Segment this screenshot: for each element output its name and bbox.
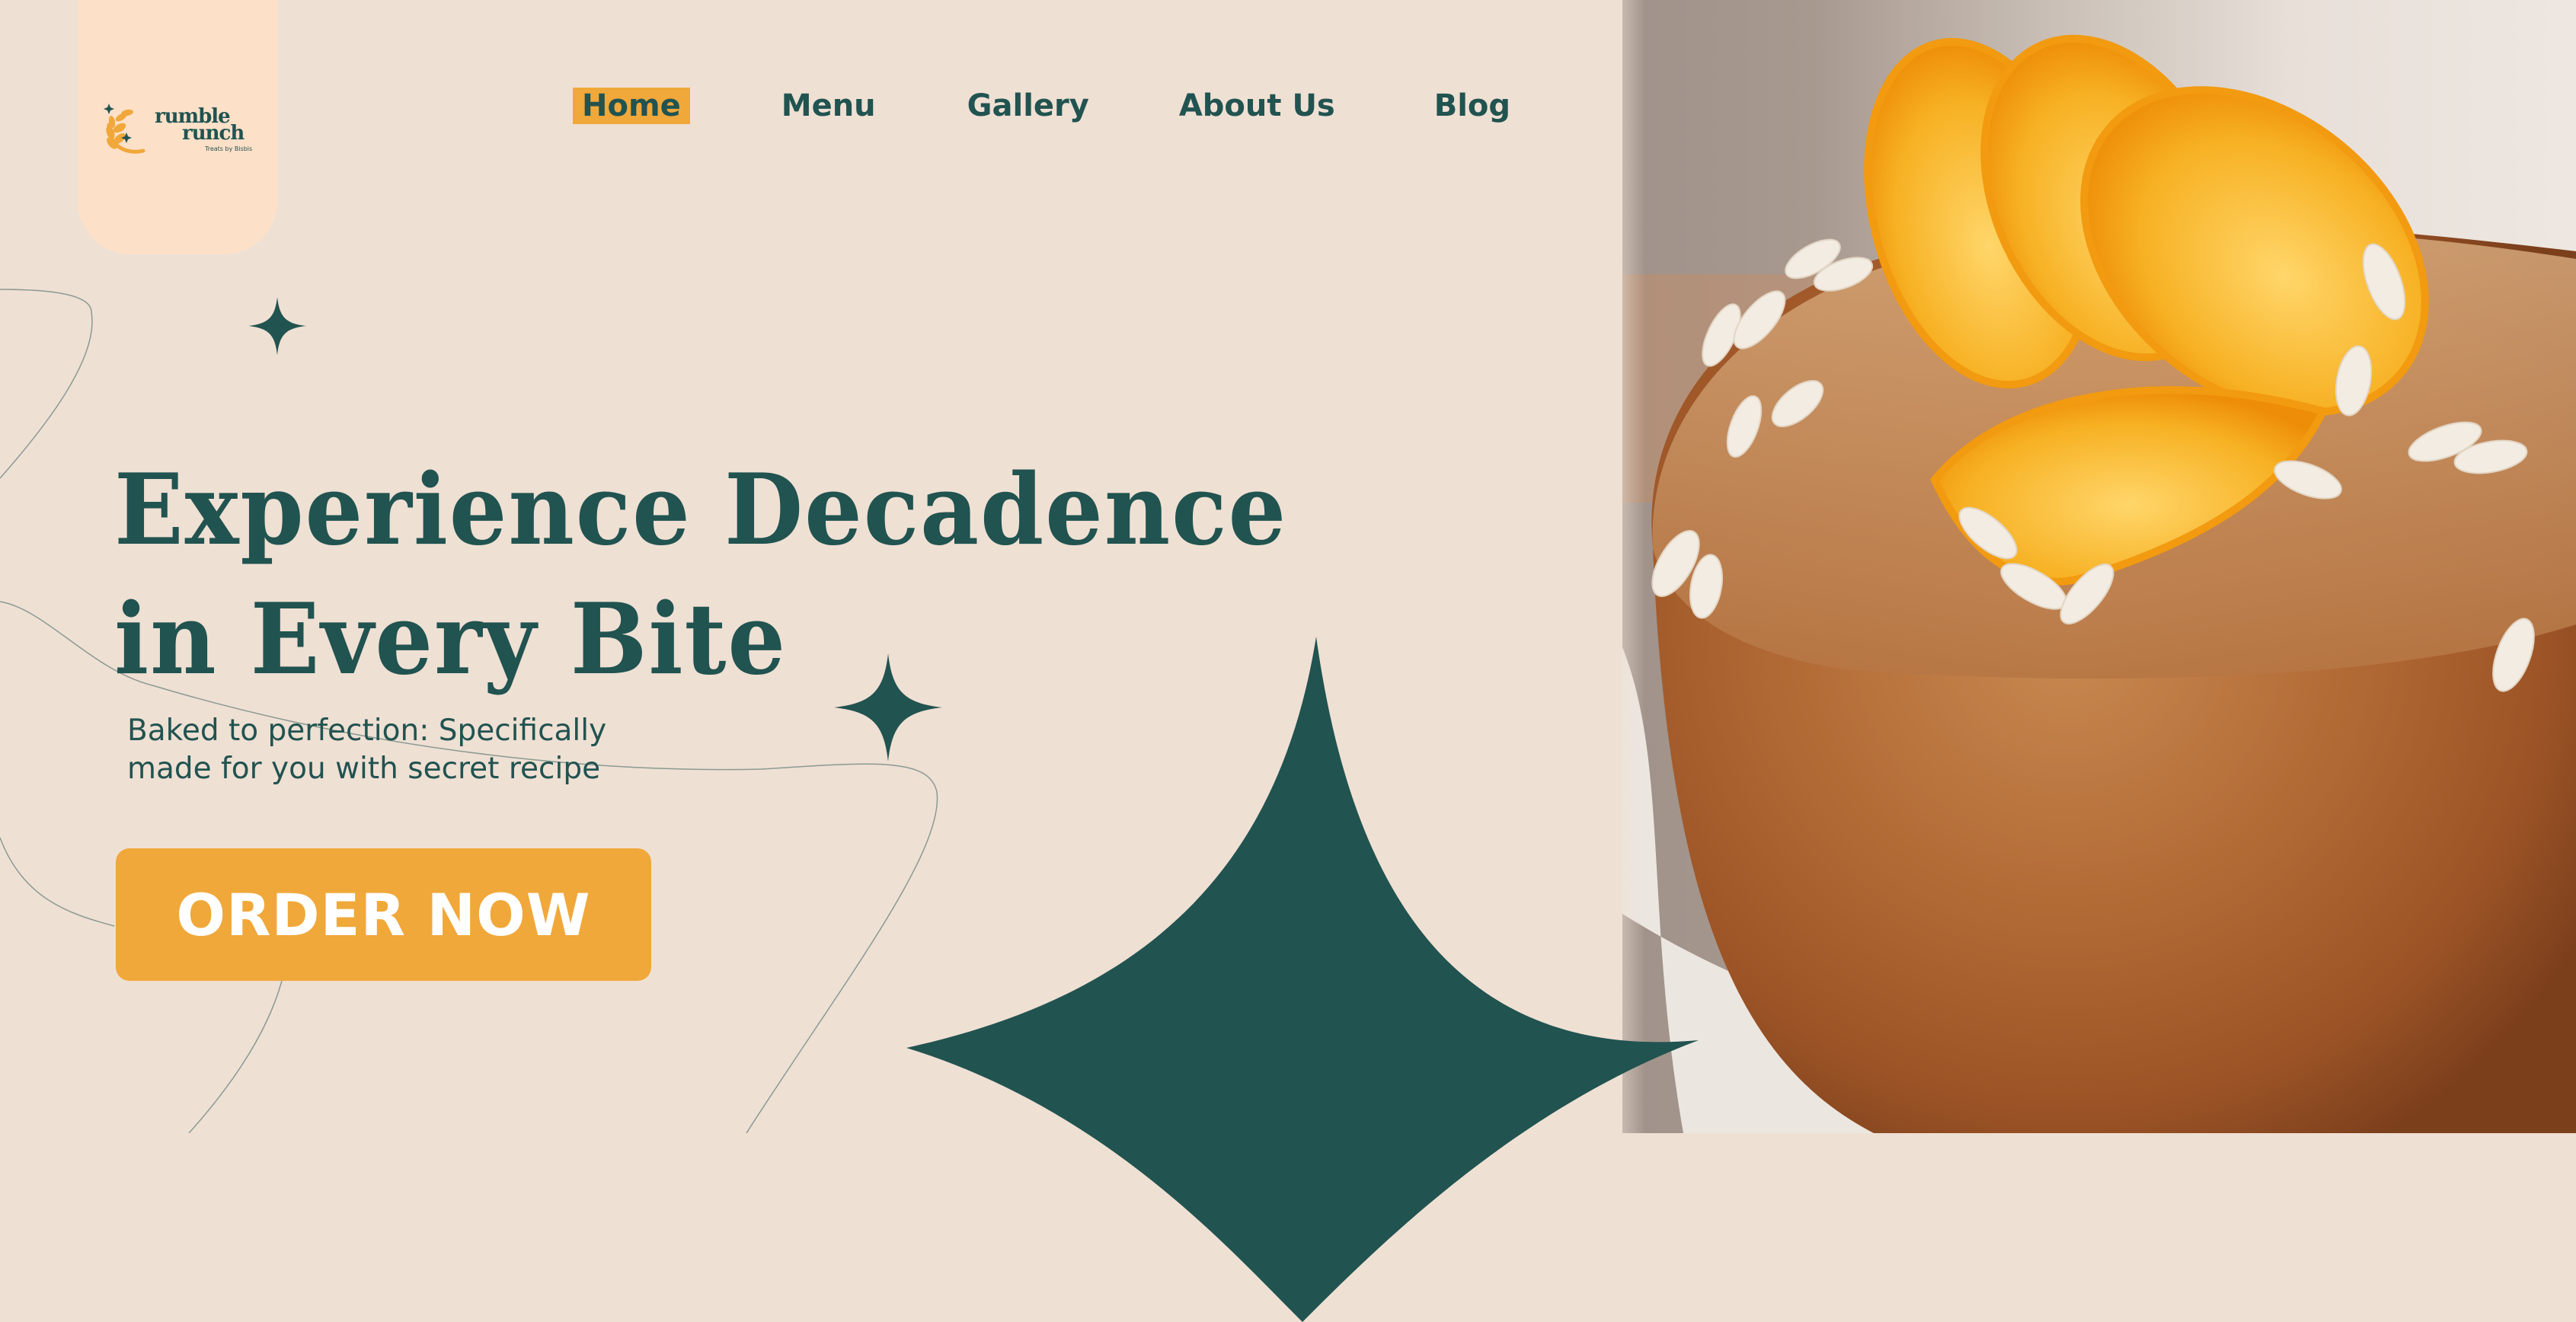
nav-blog[interactable]: Blog [1434, 88, 1510, 124]
hero-subtext: Baked to perfection: Specifically made f… [127, 712, 706, 788]
logo-card[interactable]: rumble runch Treats by Bisbis [78, 0, 277, 254]
hero-headline: Experience Decadence in Every Bite [114, 445, 1287, 704]
four-point-star-icon [248, 297, 306, 355]
brand-name: rumble runch [155, 107, 244, 143]
wheat-crescent-icon [104, 104, 145, 154]
large-four-point-star-icon [906, 637, 1699, 1322]
brand-tagline: Treats by Bisbis [205, 145, 253, 152]
headline-line1: Experience Decadence [114, 453, 1288, 567]
subtext-line2: made for you with secret recipe [127, 752, 601, 786]
nav-home[interactable]: Home [573, 88, 690, 124]
nav-gallery[interactable]: Gallery [967, 88, 1089, 124]
nav-menu[interactable]: Menu [781, 88, 876, 124]
nav-about-us[interactable]: About Us [1179, 88, 1335, 124]
hero-cake-photo [1622, 0, 2576, 1133]
main-nav: Home Menu Gallery About Us Blog [573, 88, 1510, 124]
subtext-line1: Baked to perfection: Specifically [127, 714, 607, 748]
order-now-button[interactable]: ORDER NOW [116, 848, 651, 981]
brand-logo[interactable]: rumble runch Treats by Bisbis [101, 93, 254, 161]
headline-line2: in Every Bite [114, 583, 787, 697]
